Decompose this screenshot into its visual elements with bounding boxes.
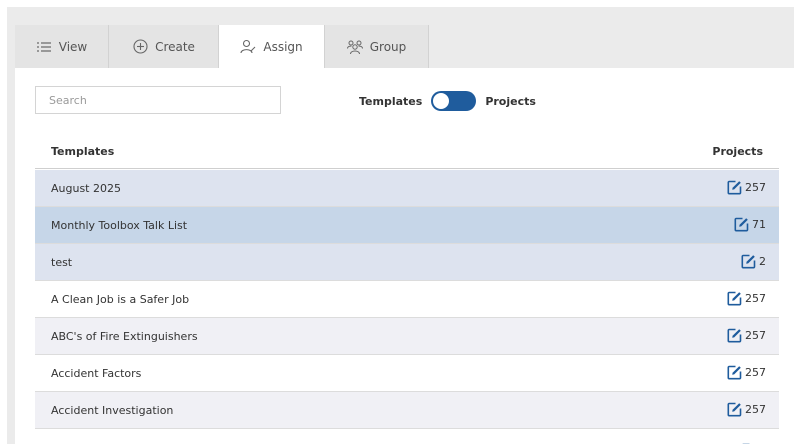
toggle-knob	[432, 92, 451, 110]
table-row[interactable]: Accident Investigation 257	[35, 392, 779, 429]
template-name: August 2025	[51, 182, 121, 195]
table-row[interactable]: Monthly Toolbox Talk List 71	[35, 207, 779, 244]
edit-icon[interactable]	[727, 365, 742, 380]
tab-bar: View Create Assign Group	[15, 25, 429, 68]
project-count-value: 257	[745, 366, 766, 379]
table-row[interactable]: August 2025 257	[35, 170, 779, 207]
template-name: test	[51, 256, 73, 269]
group-icon	[346, 39, 363, 55]
templates-table-body: August 2025 257 Monthly Toolbox Talk Lis…	[35, 170, 779, 429]
project-count[interactable]: 257	[727, 180, 766, 195]
project-count[interactable]: 71	[734, 217, 766, 232]
template-name: Accident Investigation	[51, 404, 174, 417]
edit-icon[interactable]	[727, 180, 742, 195]
edit-icon[interactable]	[741, 254, 756, 269]
column-header-templates[interactable]: Templates	[51, 145, 114, 158]
template-name: Accident Factors	[51, 367, 142, 380]
edit-icon[interactable]	[727, 291, 742, 306]
column-header-projects[interactable]: Projects	[712, 145, 763, 158]
project-count[interactable]: 257	[727, 402, 766, 417]
template-name: ABC's of Fire Extinguishers	[51, 330, 198, 343]
tab-create[interactable]: Create	[109, 25, 219, 68]
table-header: Templates Projects	[35, 131, 779, 169]
table-row[interactable]: test 2	[35, 244, 779, 281]
edit-icon[interactable]	[727, 328, 742, 343]
template-name: Monthly Toolbox Talk List	[51, 219, 188, 232]
project-count[interactable]: 257	[727, 291, 766, 306]
toggle-left-label: Templates	[359, 94, 423, 108]
toggle-right-label: Projects	[485, 94, 536, 108]
tab-create-label: Create	[155, 39, 195, 54]
project-count[interactable]: 257	[727, 365, 766, 380]
project-count-value: 71	[752, 218, 766, 231]
tab-group-label: Group	[369, 39, 407, 54]
tab-view[interactable]: View	[15, 25, 109, 68]
user-assign-icon	[240, 39, 256, 55]
table-row[interactable]: A Clean Job is a Safer Job 257	[35, 281, 779, 318]
project-count-value: 257	[745, 292, 766, 305]
plus-circle-icon	[132, 39, 148, 55]
search-input[interactable]	[35, 86, 281, 114]
project-count-value: 257	[745, 181, 766, 194]
assign-panel: Templates Projects Templates Projects Au…	[15, 68, 794, 444]
table-row[interactable]: ABC's of Fire Extinguishers 257	[35, 318, 779, 355]
project-count-value: 2	[759, 255, 766, 268]
tab-assign-label: Assign	[263, 39, 303, 54]
project-count-value: 257	[745, 403, 766, 416]
toggle-switch[interactable]	[431, 91, 477, 111]
project-count[interactable]: 257	[727, 328, 766, 343]
edit-icon[interactable]	[727, 402, 742, 417]
project-count-value: 257	[745, 329, 766, 342]
template-name: A Clean Job is a Safer Job	[51, 293, 190, 306]
project-count[interactable]: 2	[741, 254, 766, 269]
list-icon	[36, 39, 52, 55]
tab-view-label: View	[58, 39, 88, 54]
tab-assign[interactable]: Assign	[219, 25, 325, 68]
templates-projects-toggle: Templates Projects	[359, 90, 536, 112]
tab-group[interactable]: Group	[325, 25, 429, 68]
table-row[interactable]: Accident Factors 257	[35, 355, 779, 392]
edit-icon[interactable]	[734, 217, 749, 232]
